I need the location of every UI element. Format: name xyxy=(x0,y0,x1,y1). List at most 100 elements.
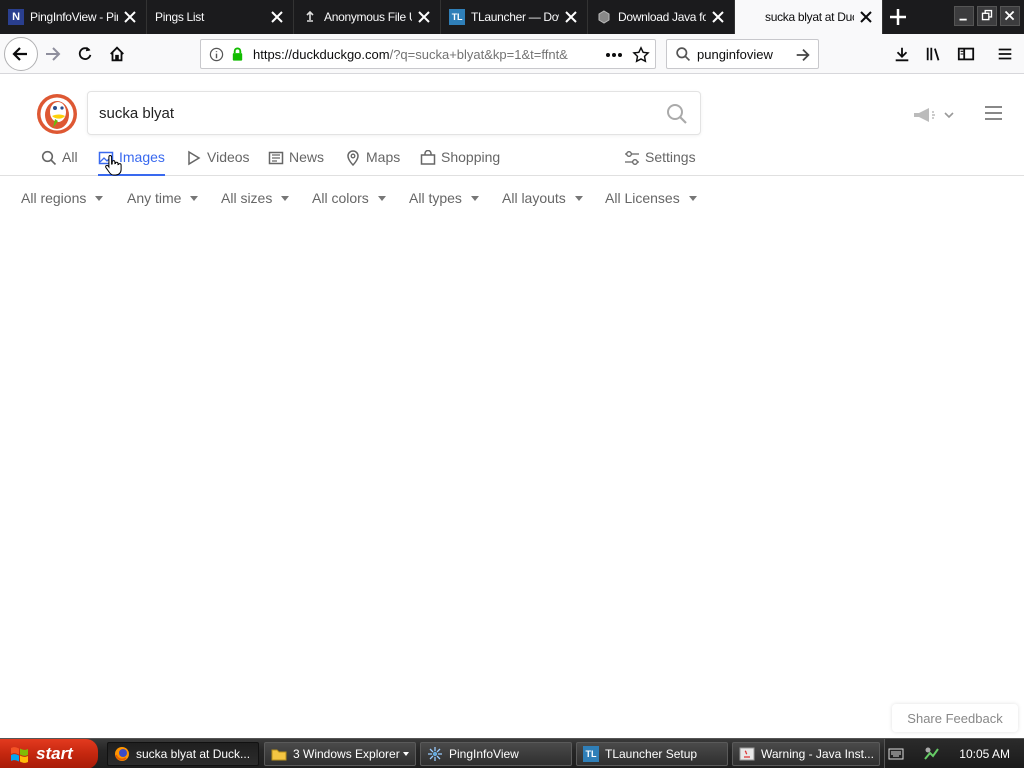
keyboard-icon[interactable] xyxy=(888,747,904,761)
tab-title: Anonymous File Up xyxy=(324,10,412,24)
browser-tab-4[interactable]: TL TLauncher — Dow xyxy=(441,0,588,34)
taskbar-item-explorer-group[interactable]: 3 Windows Explorer xyxy=(264,742,416,766)
sliders-icon xyxy=(625,151,639,165)
close-icon[interactable] xyxy=(269,9,285,25)
filter-regions[interactable]: All regions xyxy=(21,190,104,206)
tab-title: TLauncher — Dow xyxy=(471,10,559,24)
download-icon xyxy=(895,47,909,62)
forward-button[interactable] xyxy=(38,39,68,69)
tab-all[interactable]: All xyxy=(41,146,78,176)
filter-label: All regions xyxy=(21,190,87,206)
search-bar-text: punginfoview xyxy=(697,47,773,62)
tlauncher-favicon-icon: TL xyxy=(449,9,465,25)
taskbar-item-firefox[interactable]: sucka blyat at Duck... xyxy=(107,742,259,766)
home-button[interactable] xyxy=(102,39,132,69)
new-tab-plus-icon[interactable] xyxy=(887,6,909,28)
filter-sizes[interactable]: All sizes xyxy=(221,190,290,206)
n-favicon-icon: N xyxy=(8,9,24,25)
share-feedback-button[interactable]: Share Feedback xyxy=(892,704,1018,732)
restore-button[interactable] xyxy=(977,6,997,26)
java-warning-icon xyxy=(739,747,755,761)
filter-time[interactable]: Any time xyxy=(127,190,199,206)
firefox-icon xyxy=(115,747,129,761)
filter-colors[interactable]: All colors xyxy=(312,190,386,206)
search-query-text: sucka blyat xyxy=(99,105,175,122)
file-upload-icon xyxy=(306,10,314,22)
close-icon[interactable] xyxy=(416,9,432,25)
shopping-bag-icon xyxy=(420,150,436,165)
back-button[interactable] xyxy=(4,37,38,71)
network-icon[interactable] xyxy=(923,745,941,763)
filter-label: All Licenses xyxy=(605,190,680,206)
close-window-button[interactable] xyxy=(1000,6,1020,26)
search-icon xyxy=(676,47,691,62)
duckduckgo-logo-icon[interactable] xyxy=(37,94,77,134)
ddg-hamburger-menu-icon[interactable] xyxy=(985,106,1002,120)
filter-label: All sizes xyxy=(221,190,273,206)
newspaper-icon xyxy=(268,151,284,165)
search-magnifier-icon[interactable] xyxy=(666,103,688,125)
tab-title: Download Java fo xyxy=(618,10,706,24)
lock-icon xyxy=(232,47,243,61)
reload-button[interactable] xyxy=(70,39,100,69)
sidebar-button[interactable] xyxy=(951,39,981,69)
hand-cursor-icon xyxy=(105,154,122,176)
settings-link[interactable]: Settings xyxy=(624,146,696,176)
close-icon[interactable] xyxy=(122,9,138,25)
taskbar-item-label: Warning - Java Inst... xyxy=(761,747,874,761)
menu-button[interactable] xyxy=(990,39,1020,69)
close-icon[interactable] xyxy=(858,9,874,25)
filter-types[interactable]: All types xyxy=(409,190,479,206)
caret-down-icon xyxy=(377,195,386,201)
start-button[interactable]: start xyxy=(0,739,98,768)
ddg-tab-bar: All Images Videos News Maps Shopping Set… xyxy=(0,146,1024,176)
browser-tab-1[interactable]: N PingInfoView - Pin xyxy=(0,0,147,34)
caret-down-icon xyxy=(190,195,199,201)
tab-label: News xyxy=(289,149,325,165)
browser-tab-active[interactable]: sucka blyat at Duc xyxy=(735,0,883,34)
filter-licenses[interactable]: All Licenses xyxy=(605,190,697,206)
tab-videos[interactable]: Videos xyxy=(186,146,250,176)
caret-down-icon xyxy=(281,195,290,201)
caret-down-icon xyxy=(470,195,479,201)
tab-label: Videos xyxy=(207,149,250,165)
close-icon[interactable] xyxy=(563,9,579,25)
screen: N PingInfoView - Pin Pings List Anonymou… xyxy=(0,0,1024,768)
close-icon[interactable] xyxy=(710,9,726,25)
tab-shopping[interactable]: Shopping xyxy=(420,146,500,176)
play-icon xyxy=(188,150,201,166)
search-icon xyxy=(41,150,57,166)
info-icon[interactable] xyxy=(209,47,224,62)
browser-tab-3[interactable]: Anonymous File Up xyxy=(294,0,441,34)
ddg-search-box[interactable]: sucka blyat xyxy=(87,91,701,135)
group-caret-icon xyxy=(403,752,409,756)
browser-tab-strip: N PingInfoView - Pin Pings List Anonymou… xyxy=(0,0,1024,34)
page-actions-dots-icon[interactable] xyxy=(604,47,624,63)
java-cube-icon xyxy=(598,10,610,24)
taskbar-item-tlauncher[interactable]: TL TLauncher Setup xyxy=(576,742,728,766)
go-arrow-icon[interactable] xyxy=(794,46,812,64)
back-arrow-icon xyxy=(12,47,27,61)
tab-title: Pings List xyxy=(155,10,205,24)
browser-tab-5[interactable]: Download Java fo xyxy=(588,0,735,34)
tab-maps[interactable]: Maps xyxy=(345,146,400,176)
browser-search-bar[interactable]: punginfoview xyxy=(666,39,819,69)
tab-news[interactable]: News xyxy=(268,146,324,176)
folder-icon xyxy=(271,749,287,761)
restore-icon xyxy=(981,9,993,21)
megaphone-icon[interactable] xyxy=(912,106,958,124)
downloads-button[interactable] xyxy=(887,39,917,69)
map-pin-icon xyxy=(347,150,359,166)
url-bar[interactable]: https://duckduckgo.com/?q=sucka+blyat&kp… xyxy=(200,39,656,69)
bookmark-star-icon[interactable] xyxy=(632,46,650,64)
sidebar-icon xyxy=(957,47,975,61)
url-text[interactable]: https://duckduckgo.com/?q=sucka+blyat&kp… xyxy=(253,47,571,62)
start-label: start xyxy=(36,744,73,763)
library-button[interactable] xyxy=(919,39,949,69)
taskbar-item-pinginfoview[interactable]: PingInfoView xyxy=(420,742,572,766)
browser-tab-2[interactable]: Pings List xyxy=(147,0,294,34)
taskbar-item-label: PingInfoView xyxy=(449,747,519,761)
taskbar-item-java-warning[interactable]: Warning - Java Inst... xyxy=(732,742,880,766)
minimize-button[interactable] xyxy=(954,6,974,26)
filter-layouts[interactable]: All layouts xyxy=(502,190,583,206)
